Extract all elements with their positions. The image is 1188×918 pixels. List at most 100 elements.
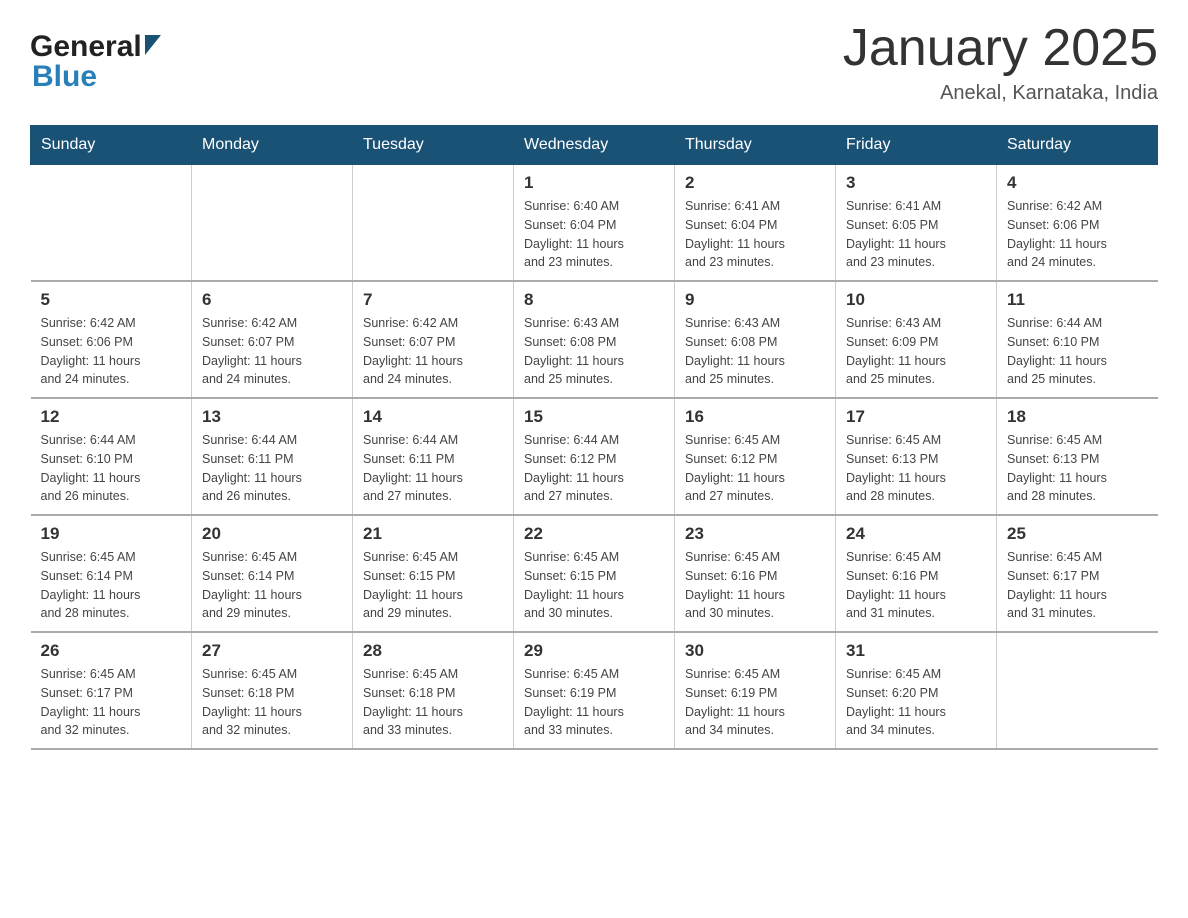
calendar-cell: 15 Sunrise: 6:44 AMSunset: 6:12 PMDayligh…	[514, 398, 675, 515]
calendar-cell: 9Sunrise: 6:43 AMSunset: 6:08 PMDaylight…	[675, 281, 836, 398]
calendar-week-row: 19Sunrise: 6:45 AMSunset: 6:14 PMDayligh…	[31, 515, 1158, 632]
calendar-cell: 17 Sunrise: 6:45 AMSunset: 6:13 PMDayligh…	[836, 398, 997, 515]
calendar-cell: 14 Sunrise: 6:44 AMSunset: 6:11 PMDayligh…	[353, 398, 514, 515]
calendar-cell: 23 Sunrise: 6:45 AMSunset: 6:16 PMDayligh…	[675, 515, 836, 632]
month-title: January 2025	[843, 20, 1158, 77]
calendar-cell	[997, 632, 1158, 749]
calendar-cell: 4 Sunrise: 6:42 AMSunset: 6:06 PMDaylight…	[997, 165, 1158, 282]
page-header: General Blue January 2025 Anekal, Karnat…	[30, 20, 1158, 105]
day-info: Sunrise: 6:45 AMSunset: 6:13 PMDaylight:…	[1007, 431, 1148, 506]
calendar-cell	[192, 165, 353, 282]
day-info: Sunrise: 6:45 AMSunset: 6:17 PMDaylight:…	[41, 665, 182, 740]
day-info: Sunrise: 6:43 AMSunset: 6:09 PMDaylight:…	[846, 314, 986, 389]
header-saturday: Saturday	[997, 126, 1158, 165]
day-info: Sunrise: 6:43 AMSunset: 6:08 PMDaylight:…	[524, 314, 664, 389]
day-info: Sunrise: 6:44 AMSunset: 6:11 PMDaylight:…	[363, 431, 503, 506]
day-number: 18	[1007, 407, 1148, 427]
day-number: 17	[846, 407, 986, 427]
day-info: Sunrise: 6:41 AMSunset: 6:05 PMDaylight:…	[846, 197, 986, 272]
day-number: 27	[202, 641, 342, 661]
day-info: Sunrise: 6:44 AMSunset: 6:10 PMDaylight:…	[1007, 314, 1148, 389]
logo: General Blue	[30, 20, 161, 94]
day-number: 5	[41, 290, 182, 310]
calendar-week-row: 5 Sunrise: 6:42 AMSunset: 6:06 PMDaylight…	[31, 281, 1158, 398]
day-number: 31	[846, 641, 986, 661]
calendar-cell: 24Sunrise: 6:45 AMSunset: 6:16 PMDayligh…	[836, 515, 997, 632]
day-number: 11	[1007, 290, 1148, 310]
day-number: 10	[846, 290, 986, 310]
day-info: Sunrise: 6:42 AMSunset: 6:07 PMDaylight:…	[363, 314, 503, 389]
day-number: 16	[685, 407, 825, 427]
day-number: 13	[202, 407, 342, 427]
day-number: 29	[524, 641, 664, 661]
calendar-cell: 6 Sunrise: 6:42 AMSunset: 6:07 PMDaylight…	[192, 281, 353, 398]
day-number: 28	[363, 641, 503, 661]
calendar-cell: 22 Sunrise: 6:45 AMSunset: 6:15 PMDayligh…	[514, 515, 675, 632]
day-info: Sunrise: 6:45 AMSunset: 6:19 PMDaylight:…	[524, 665, 664, 740]
day-number: 8	[524, 290, 664, 310]
header-wednesday: Wednesday	[514, 126, 675, 165]
calendar-cell: 31 Sunrise: 6:45 AMSunset: 6:20 PMDayligh…	[836, 632, 997, 749]
day-number: 6	[202, 290, 342, 310]
calendar-cell: 28Sunrise: 6:45 AMSunset: 6:18 PMDayligh…	[353, 632, 514, 749]
calendar-week-row: 12 Sunrise: 6:44 AMSunset: 6:10 PMDayligh…	[31, 398, 1158, 515]
day-number: 1	[524, 173, 664, 193]
day-number: 14	[363, 407, 503, 427]
day-number: 4	[1007, 173, 1148, 193]
calendar-week-row: 26Sunrise: 6:45 AMSunset: 6:17 PMDayligh…	[31, 632, 1158, 749]
day-info: Sunrise: 6:42 AMSunset: 6:07 PMDaylight:…	[202, 314, 342, 389]
day-info: Sunrise: 6:41 AMSunset: 6:04 PMDaylight:…	[685, 197, 825, 272]
calendar-header: Sunday Monday Tuesday Wednesday Thursday…	[31, 126, 1158, 165]
day-info: Sunrise: 6:45 AMSunset: 6:19 PMDaylight:…	[685, 665, 825, 740]
calendar-cell: 25 Sunrise: 6:45 AMSunset: 6:17 PMDayligh…	[997, 515, 1158, 632]
day-number: 12	[41, 407, 182, 427]
calendar-cell: 20Sunrise: 6:45 AMSunset: 6:14 PMDayligh…	[192, 515, 353, 632]
header-tuesday: Tuesday	[353, 126, 514, 165]
day-info: Sunrise: 6:40 AMSunset: 6:04 PMDaylight:…	[524, 197, 664, 272]
day-info: Sunrise: 6:45 AMSunset: 6:16 PMDaylight:…	[685, 548, 825, 623]
day-info: Sunrise: 6:45 AMSunset: 6:15 PMDaylight:…	[363, 548, 503, 623]
day-info: Sunrise: 6:45 AMSunset: 6:13 PMDaylight:…	[846, 431, 986, 506]
calendar-cell: 21 Sunrise: 6:45 AMSunset: 6:15 PMDayligh…	[353, 515, 514, 632]
day-info: Sunrise: 6:45 AMSunset: 6:16 PMDaylight:…	[846, 548, 986, 623]
day-number: 9	[685, 290, 825, 310]
calendar-cell: 30Sunrise: 6:45 AMSunset: 6:19 PMDayligh…	[675, 632, 836, 749]
calendar-cell: 12 Sunrise: 6:44 AMSunset: 6:10 PMDayligh…	[31, 398, 192, 515]
day-info: Sunrise: 6:42 AMSunset: 6:06 PMDaylight:…	[1007, 197, 1148, 272]
day-number: 15	[524, 407, 664, 427]
header-sunday: Sunday	[31, 126, 192, 165]
calendar-cell: 27Sunrise: 6:45 AMSunset: 6:18 PMDayligh…	[192, 632, 353, 749]
day-number: 22	[524, 524, 664, 544]
day-number: 21	[363, 524, 503, 544]
day-number: 25	[1007, 524, 1148, 544]
calendar-cell: 26Sunrise: 6:45 AMSunset: 6:17 PMDayligh…	[31, 632, 192, 749]
header-monday: Monday	[192, 126, 353, 165]
header-thursday: Thursday	[675, 126, 836, 165]
logo-blue-text: Blue	[32, 60, 97, 94]
day-number: 2	[685, 173, 825, 193]
logo-triangle-icon	[145, 35, 161, 55]
calendar-cell: 16Sunrise: 6:45 AMSunset: 6:12 PMDayligh…	[675, 398, 836, 515]
calendar-cell: 10 Sunrise: 6:43 AMSunset: 6:09 PMDayligh…	[836, 281, 997, 398]
calendar-body: 1 Sunrise: 6:40 AMSunset: 6:04 PMDaylight…	[31, 165, 1158, 750]
day-info: Sunrise: 6:45 AMSunset: 6:17 PMDaylight:…	[1007, 548, 1148, 623]
day-info: Sunrise: 6:45 AMSunset: 6:20 PMDaylight:…	[846, 665, 986, 740]
day-info: Sunrise: 6:44 AMSunset: 6:10 PMDaylight:…	[41, 431, 182, 506]
calendar-week-row: 1 Sunrise: 6:40 AMSunset: 6:04 PMDaylight…	[31, 165, 1158, 282]
calendar-table: Sunday Monday Tuesday Wednesday Thursday…	[30, 125, 1158, 750]
logo-general-text: General	[30, 30, 142, 64]
day-info: Sunrise: 6:45 AMSunset: 6:15 PMDaylight:…	[524, 548, 664, 623]
calendar-cell: 8 Sunrise: 6:43 AMSunset: 6:08 PMDaylight…	[514, 281, 675, 398]
header-friday: Friday	[836, 126, 997, 165]
day-info: Sunrise: 6:42 AMSunset: 6:06 PMDaylight:…	[41, 314, 182, 389]
calendar-cell	[31, 165, 192, 282]
day-info: Sunrise: 6:44 AMSunset: 6:12 PMDaylight:…	[524, 431, 664, 506]
day-number: 23	[685, 524, 825, 544]
day-info: Sunrise: 6:44 AMSunset: 6:11 PMDaylight:…	[202, 431, 342, 506]
calendar-cell: 7 Sunrise: 6:42 AMSunset: 6:07 PMDaylight…	[353, 281, 514, 398]
day-info: Sunrise: 6:45 AMSunset: 6:14 PMDaylight:…	[41, 548, 182, 623]
day-info: Sunrise: 6:45 AMSunset: 6:14 PMDaylight:…	[202, 548, 342, 623]
day-number: 3	[846, 173, 986, 193]
calendar-cell: 11 Sunrise: 6:44 AMSunset: 6:10 PMDayligh…	[997, 281, 1158, 398]
day-number: 7	[363, 290, 503, 310]
